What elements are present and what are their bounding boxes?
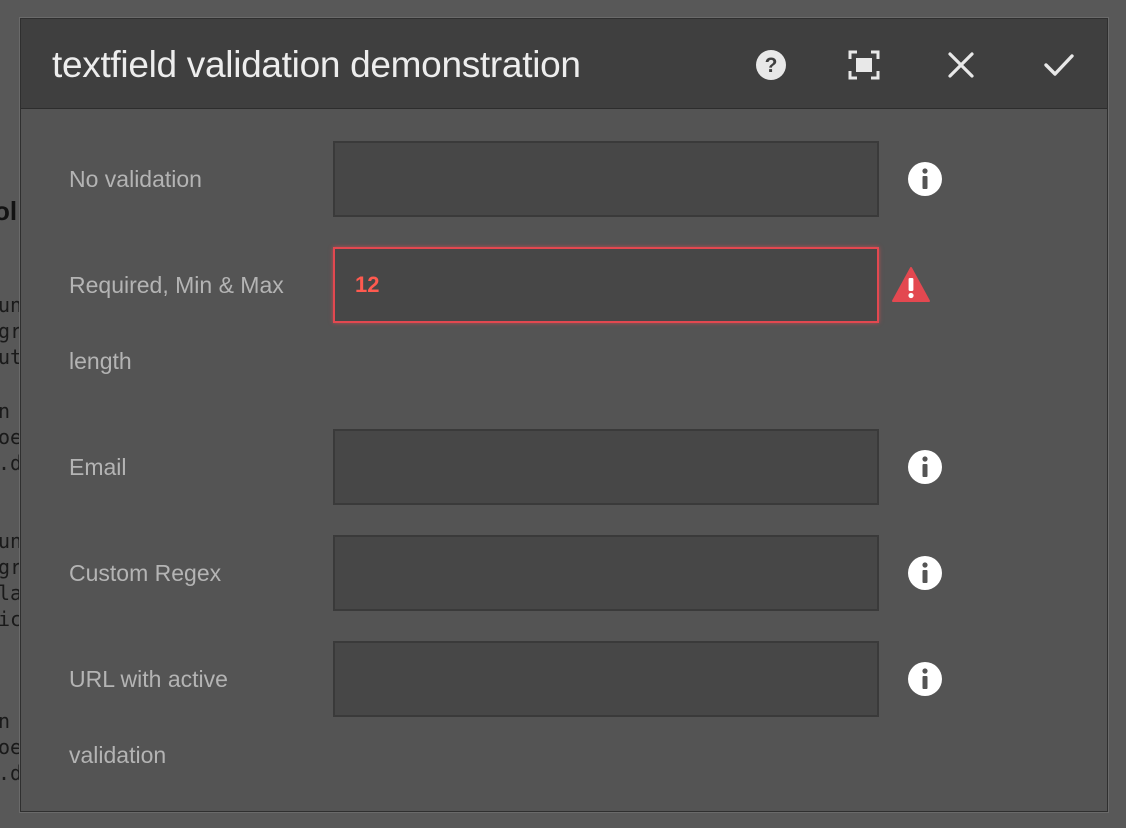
url-input[interactable] xyxy=(333,641,879,717)
svg-text:?: ? xyxy=(765,54,778,77)
field-label-url-active-line2: validation xyxy=(69,742,167,768)
info-icon[interactable] xyxy=(905,159,945,199)
alert-icon xyxy=(891,265,931,305)
field-label-no-validation: No validation xyxy=(69,166,202,192)
help-button[interactable]: ? xyxy=(749,43,793,87)
done-button[interactable] xyxy=(1037,43,1081,87)
dialog-title: textfield validation demonstration xyxy=(52,44,581,85)
question-circle-icon: ? xyxy=(755,49,787,81)
field-label-url-active: URL with active xyxy=(69,666,228,692)
info-icon[interactable] xyxy=(905,447,945,487)
info-icon[interactable] xyxy=(905,659,945,699)
field-label-required-min-max: Required, Min & Max xyxy=(69,272,284,298)
field-label-required-min-max-line2: length xyxy=(69,348,132,374)
fullscreen-icon xyxy=(848,50,880,80)
no-validation-input[interactable] xyxy=(333,141,879,217)
field-label-email: Email xyxy=(69,454,127,480)
email-input[interactable] xyxy=(333,429,879,505)
close-button[interactable] xyxy=(939,43,983,87)
checkmark-icon xyxy=(1043,52,1075,78)
dialog-header: textfield validation demonstration ? xyxy=(21,19,1107,109)
field-label-custom-regex: Custom Regex xyxy=(69,560,222,586)
fullscreen-button[interactable] xyxy=(842,43,886,87)
custom-regex-input[interactable] xyxy=(333,535,879,611)
required-min-max-input[interactable] xyxy=(333,247,879,323)
close-icon xyxy=(947,51,975,79)
validation-dialog: textfield validation demonstration ? No … xyxy=(20,18,1108,812)
info-icon[interactable] xyxy=(905,553,945,593)
